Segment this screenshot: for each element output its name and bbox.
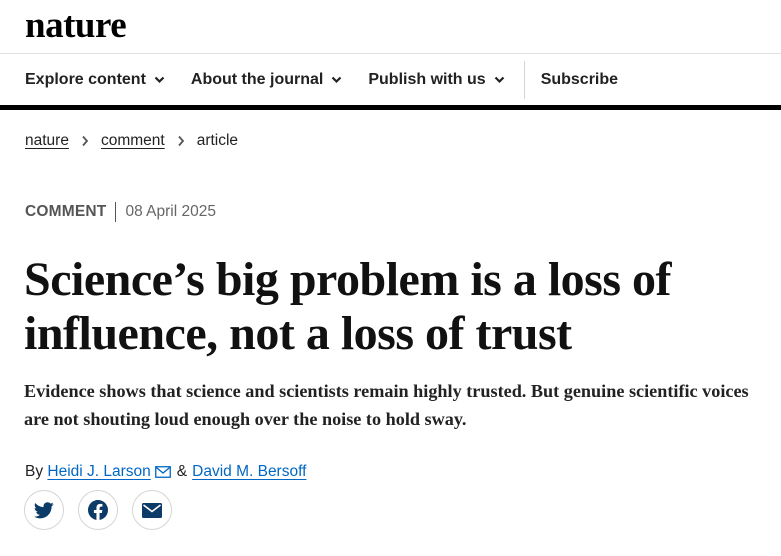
nav-explore-content[interactable]: Explore content	[25, 71, 165, 89]
author-separator: &	[176, 463, 188, 480]
by-label: By	[25, 463, 44, 480]
share-bar	[24, 490, 186, 530]
nav-about-journal-label: About the journal	[190, 70, 324, 88]
nav-divider	[523, 60, 525, 99]
article-standfirst: Evidence shows that science and scientis…	[24, 381, 749, 429]
facebook-icon	[88, 500, 108, 520]
chevron-right-icon	[178, 135, 184, 147]
nav-about-journal[interactable]: About the journal	[191, 71, 342, 89]
nav-publish-with-us[interactable]: Publish with us	[368, 71, 504, 89]
main-nav: Explore content About the journal Publis…	[0, 54, 781, 110]
chevron-down-icon	[494, 76, 504, 83]
author-link-larson[interactable]: Heidi J. Larson	[47, 463, 150, 481]
author-list: By Heidi J. Larson & David M. Bersoff	[25, 463, 306, 481]
nav-subscribe[interactable]: Subscribe	[541, 71, 618, 89]
chevron-down-icon	[154, 76, 165, 83]
article-meta: COMMENT 08 April 2025	[25, 202, 216, 222]
author-link-bersoff[interactable]: David M. Bersoff	[192, 463, 306, 481]
meta-divider	[115, 202, 117, 222]
email-icon	[142, 502, 162, 518]
breadcrumb-link-nature[interactable]: nature	[25, 132, 69, 150]
email-author-icon[interactable]	[154, 466, 171, 478]
nav-explore-content-label: Explore content	[25, 70, 146, 88]
article-date: 08 April 2025	[125, 203, 216, 220]
share-twitter-button[interactable]	[24, 490, 64, 530]
nav-subscribe-label: Subscribe	[540, 70, 619, 88]
breadcrumb-link-comment[interactable]: comment	[101, 132, 165, 150]
article-title: Science’s big problem is a loss of influ…	[24, 253, 672, 360]
twitter-icon	[34, 501, 54, 518]
top-bar: nature	[0, 0, 781, 54]
share-facebook-button[interactable]	[78, 490, 118, 530]
chevron-down-icon	[332, 76, 342, 83]
nav-publish-with-us-label: Publish with us	[368, 70, 486, 88]
share-email-button[interactable]	[132, 490, 172, 530]
chevron-right-icon	[82, 135, 89, 147]
breadcrumb-current: article	[196, 132, 239, 149]
nature-logo[interactable]: nature	[25, 4, 127, 47]
breadcrumb: nature comment article	[25, 132, 238, 150]
article-type: COMMENT	[25, 203, 107, 220]
